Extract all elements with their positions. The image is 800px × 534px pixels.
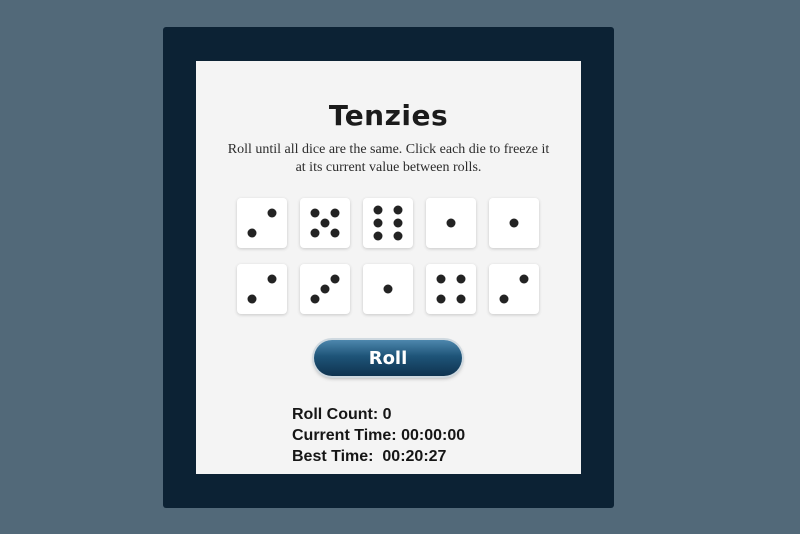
die-pip xyxy=(509,218,519,228)
die-7[interactable] xyxy=(300,264,350,314)
game-panel: Tenzies Roll until all dice are the same… xyxy=(196,61,581,474)
dice-grid xyxy=(237,198,541,314)
die-9[interactable] xyxy=(426,264,476,314)
best-time-label: Best Time: xyxy=(292,448,374,465)
die-pip xyxy=(330,228,340,238)
roll-count-label: Roll Count: xyxy=(292,406,379,423)
die-4[interactable] xyxy=(426,198,476,248)
best-time-row: Best Time: 00:20:27 xyxy=(292,446,465,467)
stats-panel: Roll Count: 0 Current Time: 00:00:00 Bes… xyxy=(292,404,465,467)
die-pip xyxy=(436,274,446,284)
die-pip xyxy=(320,218,330,228)
roll-button[interactable]: Roll xyxy=(314,340,462,376)
current-time-label: Current Time: xyxy=(292,427,397,444)
die-1[interactable] xyxy=(237,198,287,248)
die-pip xyxy=(373,231,383,241)
die-pip xyxy=(373,205,383,215)
roll-count-value: 0 xyxy=(382,406,392,423)
current-time-row: Current Time: 00:00:00 xyxy=(292,425,465,446)
die-pip xyxy=(310,294,320,304)
die-6[interactable] xyxy=(237,264,287,314)
die-pip xyxy=(383,284,393,294)
die-pip xyxy=(456,274,466,284)
die-pip xyxy=(247,228,257,238)
die-pip xyxy=(456,294,466,304)
die-pip xyxy=(519,274,529,284)
die-2[interactable] xyxy=(300,198,350,248)
die-5[interactable] xyxy=(489,198,539,248)
die-pip xyxy=(267,208,277,218)
die-8[interactable] xyxy=(363,264,413,314)
current-time-value: 00:00:00 xyxy=(401,427,466,444)
die-10[interactable] xyxy=(489,264,539,314)
die-pip xyxy=(436,294,446,304)
die-pip xyxy=(320,284,330,294)
die-pip xyxy=(393,205,403,215)
die-pip xyxy=(446,218,456,228)
die-3[interactable] xyxy=(363,198,413,248)
best-time-value: 00:20:27 xyxy=(382,448,447,465)
game-frame: Tenzies Roll until all dice are the same… xyxy=(163,27,614,508)
die-pip xyxy=(310,208,320,218)
die-pip xyxy=(499,294,509,304)
die-pip xyxy=(267,274,277,284)
die-pip xyxy=(247,294,257,304)
game-instructions: Roll until all dice are the same. Click … xyxy=(227,142,550,175)
die-pip xyxy=(393,231,403,241)
roll-count-row: Roll Count: 0 xyxy=(292,404,465,425)
die-pip xyxy=(330,208,340,218)
die-pip xyxy=(310,228,320,238)
die-pip xyxy=(393,218,403,228)
die-pip xyxy=(330,274,340,284)
die-pip xyxy=(373,218,383,228)
game-title: Tenzies xyxy=(328,99,449,132)
